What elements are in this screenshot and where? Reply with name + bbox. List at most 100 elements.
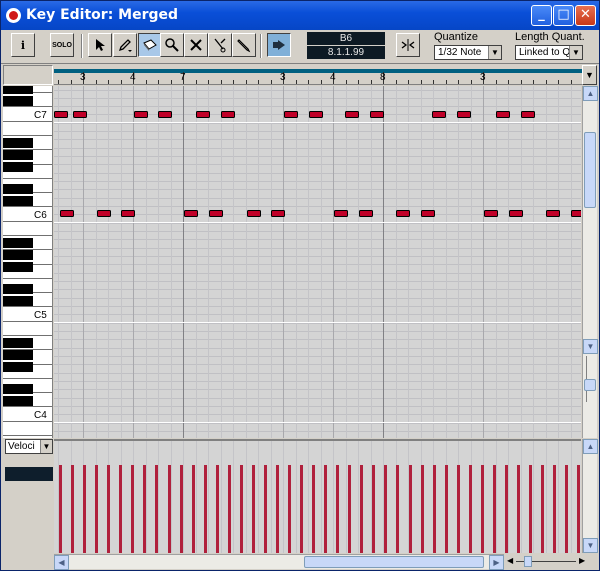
- midi-note[interactable]: [521, 111, 535, 118]
- midi-note[interactable]: [345, 111, 359, 118]
- velocity-bar[interactable]: [504, 465, 508, 553]
- black-key[interactable]: [3, 184, 33, 194]
- velocity-bar[interactable]: [420, 465, 424, 553]
- black-key[interactable]: [3, 138, 33, 148]
- black-key[interactable]: [3, 238, 33, 248]
- midi-note[interactable]: [484, 210, 498, 217]
- midi-note[interactable]: [359, 210, 373, 217]
- velocity-bar[interactable]: [480, 465, 484, 553]
- velocity-bar[interactable]: [263, 465, 267, 553]
- velocity-bar[interactable]: [348, 465, 352, 553]
- midi-note[interactable]: [309, 111, 323, 118]
- midi-note[interactable]: [396, 210, 410, 217]
- velocity-vertical-scrollbar[interactable]: ▲ ▼: [582, 439, 598, 553]
- black-key[interactable]: [3, 384, 33, 394]
- snap-button[interactable]: [396, 33, 420, 57]
- quantize-select[interactable]: 1/32 Note ▼: [434, 45, 502, 60]
- midi-note[interactable]: [134, 111, 148, 118]
- black-key[interactable]: [3, 350, 33, 360]
- info-button[interactable]: i: [11, 33, 35, 57]
- midi-note[interactable]: [60, 210, 74, 217]
- midi-note[interactable]: [546, 210, 560, 217]
- black-key[interactable]: [3, 338, 33, 348]
- black-key[interactable]: [3, 362, 33, 372]
- velocity-bar[interactable]: [312, 465, 316, 553]
- midi-note[interactable]: [370, 111, 384, 118]
- velocity-bar[interactable]: [541, 465, 544, 553]
- scroll-right-button[interactable]: ▶: [489, 555, 504, 570]
- velocity-bar[interactable]: [215, 465, 219, 553]
- midi-note[interactable]: [121, 210, 135, 217]
- velocity-bar[interactable]: [384, 465, 388, 553]
- length-quant-select[interactable]: Linked to Q ▼: [515, 45, 583, 60]
- velocity-bar[interactable]: [191, 465, 195, 553]
- velocity-bar[interactable]: [468, 465, 472, 553]
- line-tool[interactable]: [232, 33, 256, 57]
- scroll-thumb[interactable]: [584, 132, 596, 208]
- midi-note[interactable]: [196, 111, 210, 118]
- velocity-bar[interactable]: [227, 465, 231, 553]
- black-key[interactable]: [3, 96, 33, 106]
- midi-note[interactable]: [334, 210, 348, 217]
- split-tool[interactable]: [208, 33, 232, 57]
- controller-select[interactable]: Veloci ▼: [5, 439, 53, 454]
- scroll-down-button[interactable]: ▼: [583, 538, 598, 553]
- midi-note[interactable]: [221, 111, 235, 118]
- velocity-bar[interactable]: [324, 465, 328, 553]
- ruler-format-button[interactable]: ▼: [582, 65, 597, 85]
- velocity-bar[interactable]: [492, 465, 496, 553]
- midi-note[interactable]: [73, 111, 87, 118]
- velocity-bar[interactable]: [529, 465, 532, 553]
- zoom-thumb[interactable]: [524, 556, 532, 567]
- velocity-bar[interactable]: [203, 465, 207, 553]
- object-selection-tool[interactable]: [88, 33, 112, 57]
- scroll-left-button[interactable]: ◀: [54, 555, 69, 570]
- velocity-bar[interactable]: [167, 465, 171, 553]
- midi-note[interactable]: [432, 111, 446, 118]
- autoscroll-button[interactable]: [267, 33, 291, 57]
- velocity-bar[interactable]: [516, 465, 520, 553]
- white-key[interactable]: [3, 322, 52, 336]
- velocity-bar[interactable]: [565, 465, 569, 553]
- velocity-bar[interactable]: [251, 465, 255, 553]
- black-key[interactable]: [3, 396, 33, 406]
- draw-tool[interactable]: [113, 33, 137, 57]
- note-vertical-scrollbar[interactable]: ▲ ▼: [582, 86, 598, 438]
- midi-note[interactable]: [184, 210, 198, 217]
- midi-note[interactable]: [97, 210, 111, 217]
- velocity-bar[interactable]: [444, 465, 448, 553]
- velocity-bar[interactable]: [553, 465, 557, 553]
- note-grid[interactable]: [54, 86, 581, 438]
- velocity-bar[interactable]: [239, 465, 243, 553]
- midi-note[interactable]: [158, 111, 172, 118]
- horizontal-scrollbar[interactable]: ◀ ▶: [54, 554, 504, 570]
- midi-note[interactable]: [496, 111, 510, 118]
- velocity-bar[interactable]: [360, 465, 364, 553]
- velocity-bar[interactable]: [95, 465, 99, 553]
- title-bar[interactable]: Key Editor: Merged _ □ ✕: [1, 1, 599, 30]
- scroll-down-button[interactable]: ▼: [583, 339, 598, 354]
- velocity-bar[interactable]: [577, 465, 581, 553]
- midi-note[interactable]: [509, 210, 523, 217]
- velocity-bar[interactable]: [155, 465, 159, 553]
- velocity-bar[interactable]: [179, 465, 183, 553]
- midi-note[interactable]: [54, 111, 68, 118]
- minimize-button[interactable]: _: [531, 5, 552, 26]
- velocity-bar[interactable]: [131, 465, 135, 553]
- scroll-up-button[interactable]: ▲: [583, 439, 598, 454]
- midi-note[interactable]: [209, 210, 223, 217]
- close-button[interactable]: ✕: [575, 5, 596, 26]
- scroll-up-button[interactable]: ▲: [583, 86, 598, 101]
- velocity-bar[interactable]: [288, 465, 291, 553]
- velocity-bar[interactable]: [456, 465, 460, 553]
- velocity-bar[interactable]: [119, 465, 123, 553]
- velocity-bar[interactable]: [107, 465, 111, 553]
- white-key[interactable]: [3, 122, 52, 136]
- horizontal-scroll-thumb[interactable]: [304, 556, 484, 568]
- midi-note[interactable]: [271, 210, 285, 217]
- velocity-bar[interactable]: [336, 465, 340, 553]
- white-key[interactable]: [3, 422, 52, 436]
- black-key[interactable]: [3, 284, 33, 294]
- black-key[interactable]: [3, 296, 33, 306]
- velocity-bar[interactable]: [396, 465, 400, 553]
